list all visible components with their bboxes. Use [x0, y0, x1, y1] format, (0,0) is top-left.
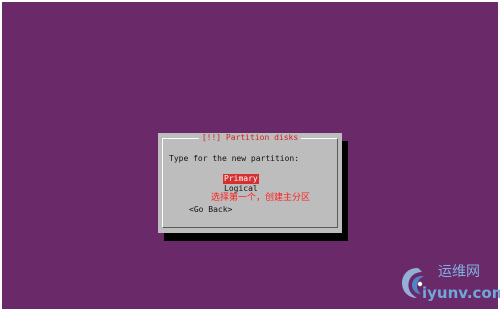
partition-type-dialog: [!!] Partition disks Type for the new pa… [158, 133, 342, 233]
dialog-title: [!!] Partition disks [198, 133, 302, 143]
annotation-note: 选择第一个，创建主分区 [211, 193, 311, 203]
go-back-button[interactable]: <Go Back> [189, 205, 232, 215]
watermark-url: iyunv.com [422, 284, 500, 302]
dialog-prompt: Type for the new partition: [169, 154, 300, 163]
watermark: 运维网 iyunv.com [398, 262, 500, 306]
option-primary[interactable]: Primary [223, 174, 259, 184]
watermark-name: 运维网 [438, 264, 480, 280]
